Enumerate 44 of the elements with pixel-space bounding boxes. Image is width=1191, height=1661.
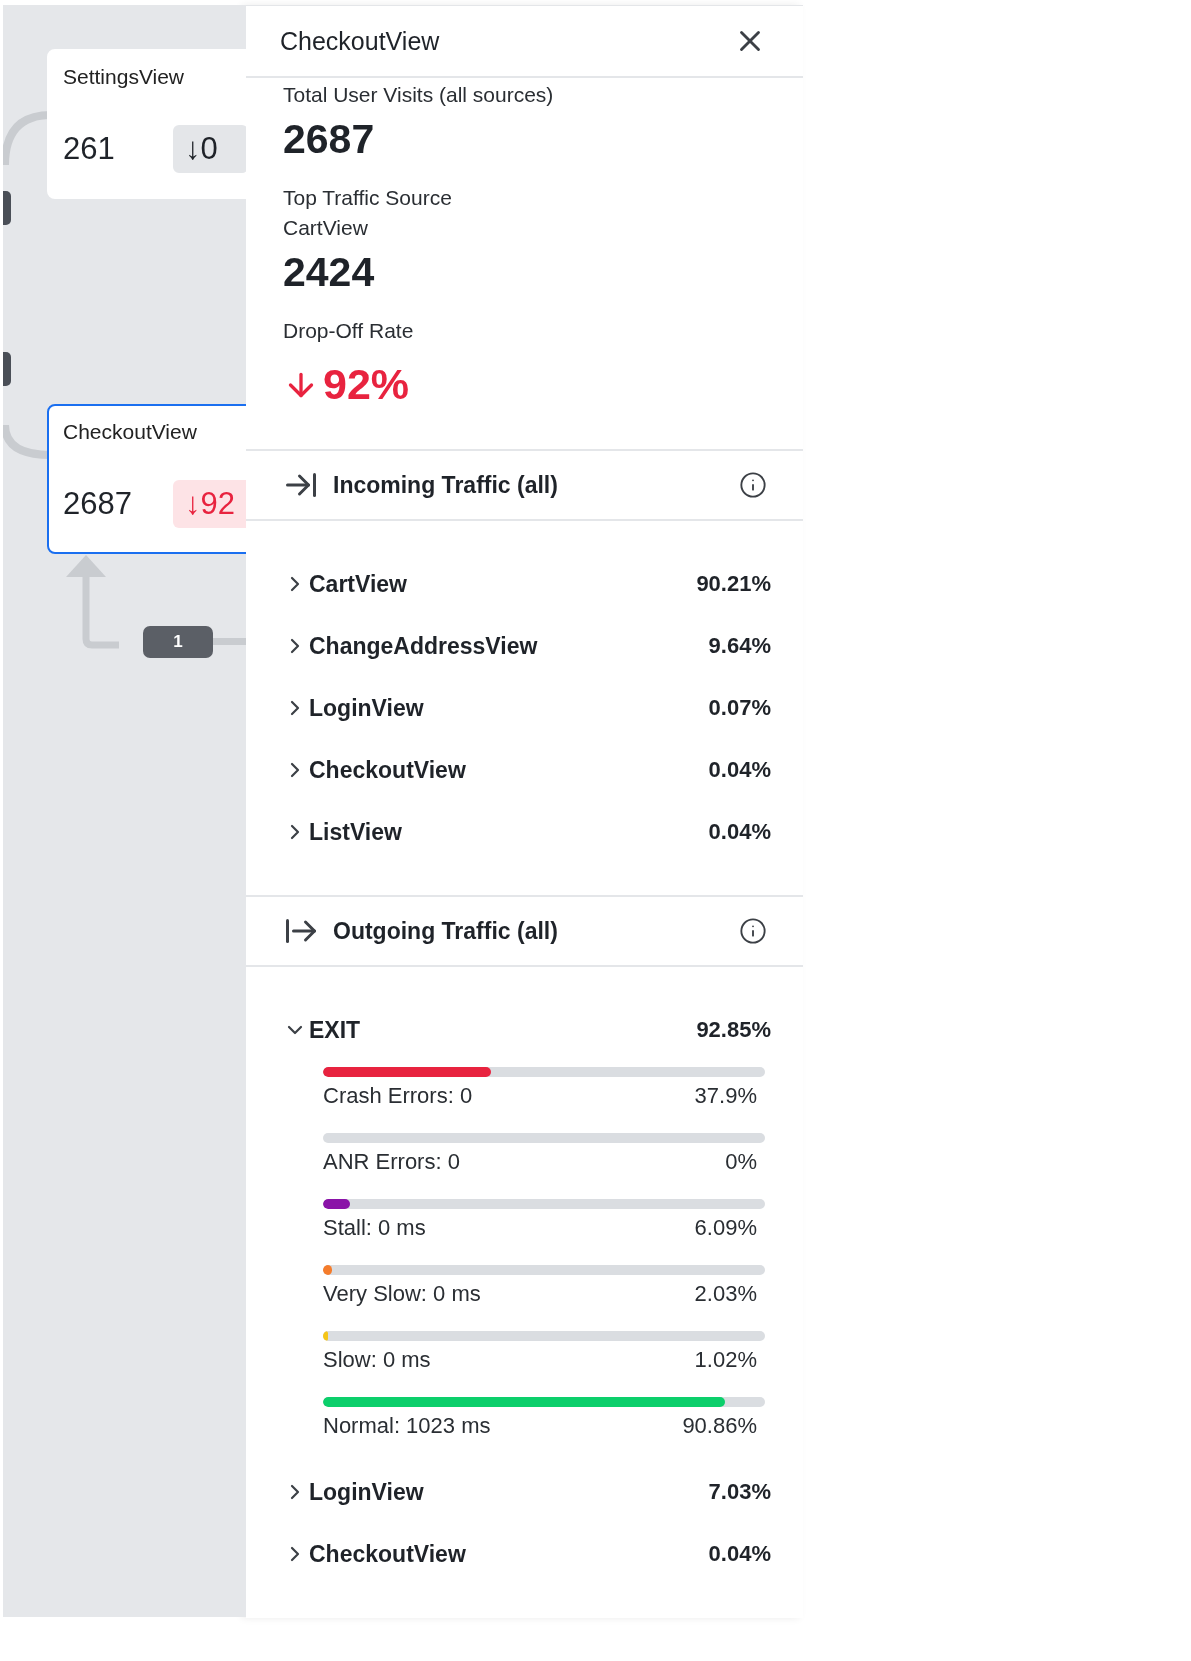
traffic-row[interactable]: CheckoutView 0.04% [283,1523,771,1585]
metric-label: Very Slow: 0 ms [323,1281,481,1307]
node-count: 2687 [63,486,133,522]
panel-title: CheckoutView [280,26,440,56]
connector-line [211,638,246,646]
traffic-row[interactable]: LoginView 7.03% [283,1461,771,1523]
traffic-row[interactable]: LoginView 0.07% [283,677,771,739]
node-title: SettingsView [63,65,186,89]
node-title: CheckoutView [63,420,198,444]
node-handle[interactable] [3,191,11,225]
metric-value: 2.03% [694,1281,757,1307]
change-badge: ↓92 [173,480,246,528]
metric-label: ANR Errors: 0 [323,1149,460,1175]
traffic-row[interactable]: ChangeAddressView 9.64% [283,615,771,677]
stat-value: 2424 [283,249,376,296]
metric-label: Stall: 0 ms [323,1215,426,1241]
edge-count-badge: 1 [143,626,213,658]
traffic-row[interactable]: CheckoutView 0.04% [283,739,771,801]
change-badge: ↓0 [173,125,246,173]
metric-value: 90.86% [682,1413,757,1439]
stat-label: Total User Visits (all sources) [283,82,555,108]
flow-node[interactable]: CheckoutView 2687 ↓92 [47,404,246,554]
metric-value: 37.9% [694,1083,757,1109]
metric-label: Normal: 1023 ms [323,1413,491,1439]
node-count: 261 [63,131,116,167]
traffic-row[interactable]: ListView 0.04% [283,801,771,863]
metric-label: Slow: 0 ms [323,1347,431,1373]
stat-label: Drop-Off Rate [283,318,415,344]
metric-value: 6.09% [694,1215,757,1241]
section-title: Incoming Traffic (all) [333,471,559,499]
node-handle[interactable] [3,352,11,386]
section-title: Outgoing Traffic (all) [333,917,559,945]
metric-label: Crash Errors: 0 [323,1083,473,1109]
stat-value: 2687 [283,116,376,163]
metric-value: 0% [725,1149,757,1175]
flow-node[interactable]: SettingsView 261 ↓0 [47,49,246,199]
metric-value: 1.02% [694,1347,757,1373]
drop-off-rate: 92% [323,360,410,409]
info-icon[interactable] [739,917,767,945]
source-name: CartView [283,215,369,241]
traffic-row[interactable]: CartView 90.21% [283,553,771,615]
stat-label: Top Traffic Source [283,185,453,211]
traffic-row[interactable]: EXIT 92.85% [283,999,771,1061]
info-icon[interactable] [739,471,767,499]
